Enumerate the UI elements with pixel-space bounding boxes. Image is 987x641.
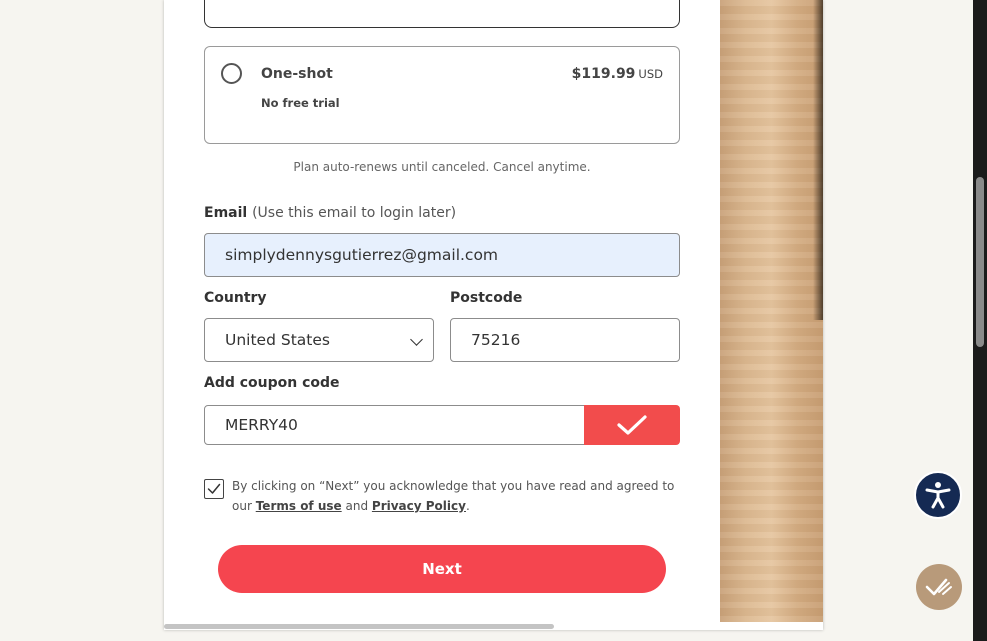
terms-checkbox[interactable] (204, 479, 224, 499)
country-select[interactable]: United States (204, 318, 434, 362)
product-photo (720, 0, 823, 622)
checkmark-icon (207, 483, 221, 494)
renew-note: Plan auto-renews until canceled. Cancel … (293, 160, 591, 174)
horizontal-scrollbar[interactable] (164, 622, 823, 630)
plan-price-amount: $119.99 (571, 66, 636, 82)
privacy-policy-link[interactable]: Privacy Policy (372, 499, 466, 513)
accessibility-button[interactable] (914, 471, 962, 519)
apply-coupon-button[interactable] (584, 405, 680, 445)
coupon-field[interactable]: MERRY40 (204, 405, 585, 445)
assistant-button[interactable] (916, 564, 962, 610)
country-label: Country (204, 290, 267, 306)
next-button[interactable]: Next (218, 545, 666, 593)
terms-and: and (345, 499, 369, 513)
horizontal-scrollbar-thumb[interactable] (164, 624, 554, 629)
photo-shadow (813, 0, 823, 320)
email-label-text: Email (204, 205, 248, 221)
sparkle-check-icon (925, 578, 952, 596)
postcode-field[interactable]: 75216 (450, 318, 680, 362)
coupon-label: Add coupon code (204, 375, 340, 391)
terms-text: By clicking on “Next” you acknowledge th… (232, 476, 680, 516)
plan-option-one-shot[interactable]: One-shot No free trial $119.99 USD (204, 46, 680, 144)
email-hint: (Use this email to login later) (252, 205, 457, 221)
checkmark-icon (617, 415, 647, 435)
plan-subtitle: No free trial (261, 96, 340, 110)
country-value: United States (225, 331, 330, 349)
plan-name: One-shot (261, 66, 333, 82)
accessibility-icon (925, 482, 951, 509)
previous-plan-option[interactable] (204, 0, 680, 28)
postcode-label: Postcode (450, 290, 523, 306)
chevron-down-icon (410, 333, 423, 346)
vertical-scrollbar[interactable] (973, 0, 987, 641)
email-field[interactable]: simplydennysgutierrez@gmail.com (204, 233, 680, 277)
plan-radio[interactable] (221, 63, 242, 84)
terms-of-use-link[interactable]: Terms of use (256, 499, 342, 513)
terms-suffix: . (465, 499, 470, 513)
plan-price-currency: USD (638, 67, 663, 81)
plan-price: $119.99 USD (572, 66, 663, 82)
vertical-scrollbar-thumb[interactable] (976, 177, 984, 347)
email-label: Email (Use this email to login later) (204, 205, 456, 221)
